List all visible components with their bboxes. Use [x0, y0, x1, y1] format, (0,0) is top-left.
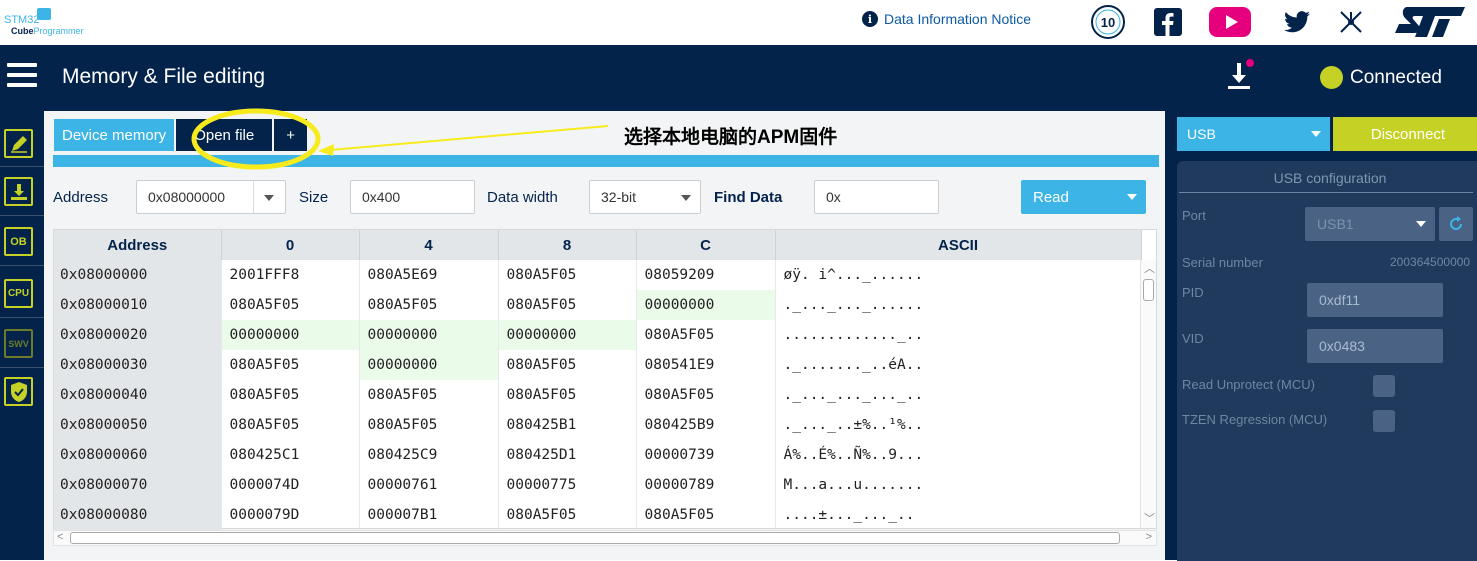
annotation-arrow	[329, 125, 609, 151]
serial-number-label: Serial number	[1182, 255, 1263, 270]
arrow-head	[318, 144, 334, 156]
refresh-button[interactable]	[1439, 207, 1473, 241]
tzen-regression-checkbox[interactable]	[1373, 410, 1395, 432]
interface-value: USB	[1187, 126, 1216, 142]
interface-select[interactable]: USB	[1177, 117, 1330, 151]
read-unprotect-checkbox[interactable]	[1373, 375, 1395, 397]
serial-number-value: 200364500000	[1390, 255, 1471, 269]
pid-label: PID	[1182, 285, 1204, 300]
highlight-ellipse	[191, 108, 321, 170]
chevron-down-icon	[1416, 221, 1426, 227]
usb-configuration-box: USB configuration Port USB1 Serial numbe…	[1177, 161, 1477, 561]
port-select[interactable]: USB1	[1305, 207, 1435, 241]
connection-panel: USB Disconnect USB configuration Port US…	[1165, 111, 1477, 561]
annotation-text: 选择本地电脑的APM固件	[624, 127, 838, 148]
tzen-regression-label: TZEN Regression (MCU)	[1182, 412, 1328, 427]
vid-label: VID	[1182, 331, 1204, 346]
port-value: USB1	[1317, 216, 1354, 232]
vid-field[interactable]: 0x0483	[1307, 329, 1443, 363]
config-title: USB configuration	[1273, 170, 1387, 186]
disconnect-button[interactable]: Disconnect	[1333, 117, 1477, 151]
read-unprotect-label: Read Unprotect (MCU)	[1182, 377, 1315, 392]
port-label: Port	[1182, 208, 1206, 223]
pid-field[interactable]: 0xdf11	[1307, 283, 1443, 317]
refresh-icon	[1450, 216, 1462, 230]
chevron-down-icon	[1311, 131, 1321, 137]
